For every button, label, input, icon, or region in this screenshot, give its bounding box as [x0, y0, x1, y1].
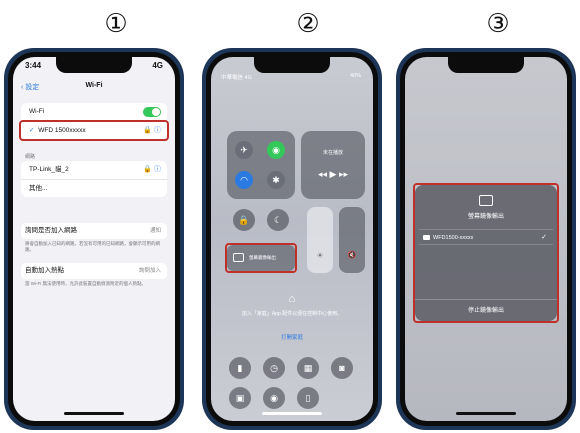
wifi-toggle-row[interactable]: Wi-Fi: [21, 103, 167, 121]
bluetooth-icon[interactable]: ✱: [267, 171, 285, 189]
network-name: TP-Link_貓_2: [29, 166, 69, 173]
home-indicator: [262, 412, 322, 415]
rotation-lock-icon[interactable]: 🔒: [233, 209, 255, 231]
speaker-muted-icon: 🔇: [347, 252, 357, 259]
wifi-toggle[interactable]: [143, 107, 161, 117]
record-icon[interactable]: ◉: [263, 387, 285, 409]
sun-icon: ☀: [316, 251, 324, 260]
cellular-icon[interactable]: ◉: [267, 141, 285, 159]
home-hint-text: 加入「家庭」App 配件以便在控制中心使用。: [241, 311, 343, 317]
calculator-icon[interactable]: ▦: [297, 357, 319, 379]
open-home-link[interactable]: 打開家庭: [211, 333, 373, 341]
home-icon: ⌂: [288, 293, 296, 305]
battery-label: 40%: [349, 73, 361, 79]
tutorial-stage: ① ② ③ 3:44 4G ‹ 設定 Wi-Fi Wi-Fi ✓ WFD 150…: [0, 0, 580, 433]
music-title: 未在播放: [322, 150, 343, 156]
highlight-connected-network: [19, 120, 169, 141]
step-number-1: ①: [104, 9, 128, 39]
phone-notch: [56, 57, 132, 73]
phone-control-center: 中華電信 4G 40% ✈ ◉ ◠ ✱ 未在播放 ◂◂ ▶ ▸▸ 🔒 ☾ ☀ 🔇…: [202, 48, 382, 430]
status-bar: 中華電信 4G 40%: [221, 73, 361, 83]
auto-join-value: 詢問加入: [138, 268, 161, 274]
music-tile[interactable]: 未在播放 ◂◂ ▶ ▸▸: [301, 131, 365, 199]
page-title: Wi-Fi: [85, 82, 103, 89]
airplane-icon[interactable]: ✈: [235, 141, 253, 159]
ask-join-value: 通知: [149, 228, 161, 234]
network-row[interactable]: TP-Link_貓_2 🔒 ⓘ: [21, 161, 167, 179]
ask-join-row[interactable]: 詢問是否加入網路 通知: [21, 223, 167, 239]
qr-scanner-icon[interactable]: ▣: [229, 387, 251, 409]
camera-icon[interactable]: ◙: [331, 357, 353, 379]
moon-icon[interactable]: ☾: [267, 209, 289, 231]
auto-join-note: 當 Wi-Fi 無法使用時，允許此裝置自動偵測附近的個人熱點。: [25, 281, 146, 286]
carrier-label: 中華電信 4G: [221, 75, 252, 81]
networks-section-label: 網路: [25, 154, 36, 160]
other-label: 其他...: [29, 185, 48, 192]
step-number-3: ③: [486, 9, 510, 39]
timer-icon[interactable]: ◷: [263, 357, 285, 379]
ask-join-note: 將會自動加入已知的網路。若沒有可用的已知網路，會顯示可用的網路。: [25, 241, 160, 252]
info-icon[interactable]: 🔒 ⓘ: [143, 161, 161, 179]
play-icon[interactable]: ◂◂ ▶ ▸▸: [301, 169, 365, 180]
connectivity-tile: ✈ ◉ ◠ ✱: [227, 131, 295, 199]
auto-join-label: 自動加入熱點: [25, 267, 64, 274]
flashlight-icon[interactable]: ▮: [229, 357, 251, 379]
status-time: 3:44: [25, 61, 42, 70]
auto-join-row[interactable]: 自動加入熱點 詢問加入: [21, 263, 167, 279]
phone-notch: [448, 57, 524, 73]
brightness-slider[interactable]: ☀: [307, 207, 333, 273]
home-indicator: [64, 412, 124, 415]
nav-bar: ‹ 設定 Wi-Fi: [13, 77, 175, 99]
home-indicator: [456, 412, 516, 415]
wifi-label: Wi-Fi: [29, 108, 45, 115]
other-network-row[interactable]: 其他...: [21, 179, 167, 197]
phone-mirroring-popup: 螢幕鏡像輸出 WFD1500-xxxxx ✓ 停止鏡像輸出: [396, 48, 576, 430]
phone-wifi-settings: 3:44 4G ‹ 設定 Wi-Fi Wi-Fi ✓ WFD 1500xxxxx: [4, 48, 184, 430]
other-networks-group: TP-Link_貓_2 🔒 ⓘ 其他...: [21, 161, 167, 197]
highlight-mirroring-popup: [413, 183, 559, 323]
status-signal: 4G: [152, 61, 163, 70]
wifi-icon[interactable]: ◠: [235, 171, 253, 189]
ask-join-label: 詢問是否加入網路: [25, 227, 77, 234]
remote-icon[interactable]: ▯: [297, 387, 319, 409]
step-number-2: ②: [296, 9, 320, 39]
phone-notch: [254, 57, 330, 73]
volume-slider[interactable]: 🔇: [339, 207, 365, 273]
highlight-mirroring-button: [225, 243, 297, 273]
